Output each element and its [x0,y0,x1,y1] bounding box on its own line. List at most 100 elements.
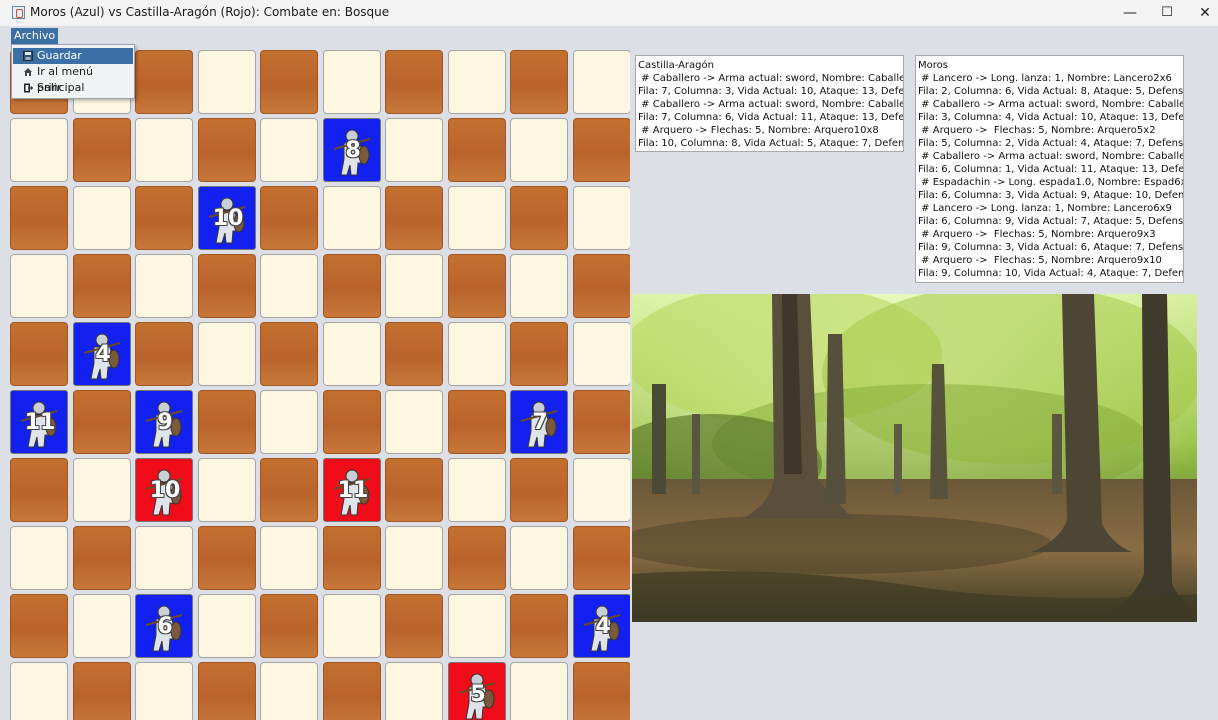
board-cell[interactable] [135,186,193,250]
board-cell[interactable] [10,254,68,318]
board-cell[interactable] [135,50,193,114]
board-cell[interactable] [260,594,318,658]
board-cell[interactable] [385,118,443,182]
board-cell[interactable] [510,662,568,720]
board-cell[interactable] [385,458,443,522]
board-cell[interactable] [323,526,381,590]
unit-piece[interactable]: 10 [135,458,193,522]
board-cell[interactable] [510,118,568,182]
board-cell[interactable] [323,50,381,114]
board-cell[interactable] [573,50,630,114]
board-cell[interactable] [198,254,256,318]
board-cell[interactable] [260,458,318,522]
unit-piece[interactable]: 9 [135,390,193,454]
board-cell[interactable] [198,118,256,182]
menu-item-salir[interactable]: Salir [13,80,133,96]
board-cell[interactable] [10,186,68,250]
board-cell[interactable] [73,186,131,250]
board-cell[interactable] [260,322,318,386]
board-cell[interactable] [10,594,68,658]
unit-piece[interactable]: 7 [510,390,568,454]
board-cell[interactable] [10,526,68,590]
unit-piece[interactable]: 11 [10,390,68,454]
close-button[interactable]: ✕ [1186,0,1218,26]
board-cell[interactable] [448,254,506,318]
board-cell[interactable] [323,594,381,658]
board-cell[interactable] [385,662,443,720]
board-cell[interactable] [573,118,630,182]
board-cell[interactable] [510,458,568,522]
unit-piece[interactable]: 6 [135,594,193,658]
board-cell[interactable] [73,118,131,182]
board-cell[interactable] [448,322,506,386]
board-cell[interactable] [198,390,256,454]
board-cell[interactable] [260,118,318,182]
board-cell[interactable] [73,254,131,318]
board-cell[interactable] [260,254,318,318]
board-cell[interactable] [573,322,630,386]
board-cell[interactable] [573,458,630,522]
board-cell[interactable] [385,594,443,658]
board-cell[interactable] [198,594,256,658]
unit-piece[interactable]: 5 [448,662,506,720]
board-cell[interactable] [573,526,630,590]
board-cell[interactable] [260,186,318,250]
board-cell[interactable] [10,458,68,522]
board-cell[interactable] [573,390,630,454]
unit-piece[interactable]: 10 [198,186,256,250]
menu-item-guardar[interactable]: Guardar [13,48,133,64]
board-cell[interactable] [323,322,381,386]
board-cell[interactable] [573,254,630,318]
board-cell[interactable] [323,254,381,318]
board-cell[interactable] [323,390,381,454]
board-cell[interactable] [385,50,443,114]
board-cell[interactable] [510,526,568,590]
menu-item-menu-principal[interactable]: Ir al menú principal [13,64,133,94]
board-cell[interactable] [135,118,193,182]
board-cell[interactable] [10,322,68,386]
unit-piece[interactable]: 4 [73,322,131,386]
board-cell[interactable] [10,118,68,182]
unit-piece[interactable]: 8 [323,118,381,182]
board-cell[interactable] [198,322,256,386]
board-cell[interactable] [510,322,568,386]
board-cell[interactable] [385,186,443,250]
board-cell[interactable] [260,390,318,454]
board-cell[interactable] [260,526,318,590]
board-cell[interactable] [448,186,506,250]
board-cell[interactable] [573,662,630,720]
board-cell[interactable] [73,594,131,658]
board-cell[interactable] [510,594,568,658]
board-cell[interactable] [448,390,506,454]
board-cell[interactable] [260,662,318,720]
board-cell[interactable] [323,662,381,720]
board-cell[interactable] [510,254,568,318]
maximize-button[interactable]: ☐ [1148,0,1186,26]
board-cell[interactable] [385,390,443,454]
board-cell[interactable] [135,662,193,720]
board-cell[interactable] [323,186,381,250]
board-cell[interactable] [448,458,506,522]
board-cell[interactable] [573,186,630,250]
board-cell[interactable] [448,594,506,658]
board-cell[interactable] [260,50,318,114]
board-cell[interactable] [198,50,256,114]
minimize-button[interactable]: — [1111,0,1149,26]
board-cell[interactable] [135,254,193,318]
board-cell[interactable] [448,526,506,590]
unit-piece[interactable]: 4 [573,594,630,658]
board-cell[interactable] [73,526,131,590]
menu-archivo[interactable]: Archivo [11,28,59,44]
board-cell[interactable] [448,118,506,182]
board-cell[interactable] [385,254,443,318]
board-cell[interactable] [73,390,131,454]
board-cell[interactable] [385,322,443,386]
board-cell[interactable] [198,458,256,522]
board-cell[interactable] [385,526,443,590]
board-cell[interactable] [10,662,68,720]
board-cell[interactable] [73,458,131,522]
board-cell[interactable] [135,526,193,590]
board-cell[interactable] [510,50,568,114]
unit-piece[interactable]: 11 [323,458,381,522]
board-cell[interactable] [73,662,131,720]
